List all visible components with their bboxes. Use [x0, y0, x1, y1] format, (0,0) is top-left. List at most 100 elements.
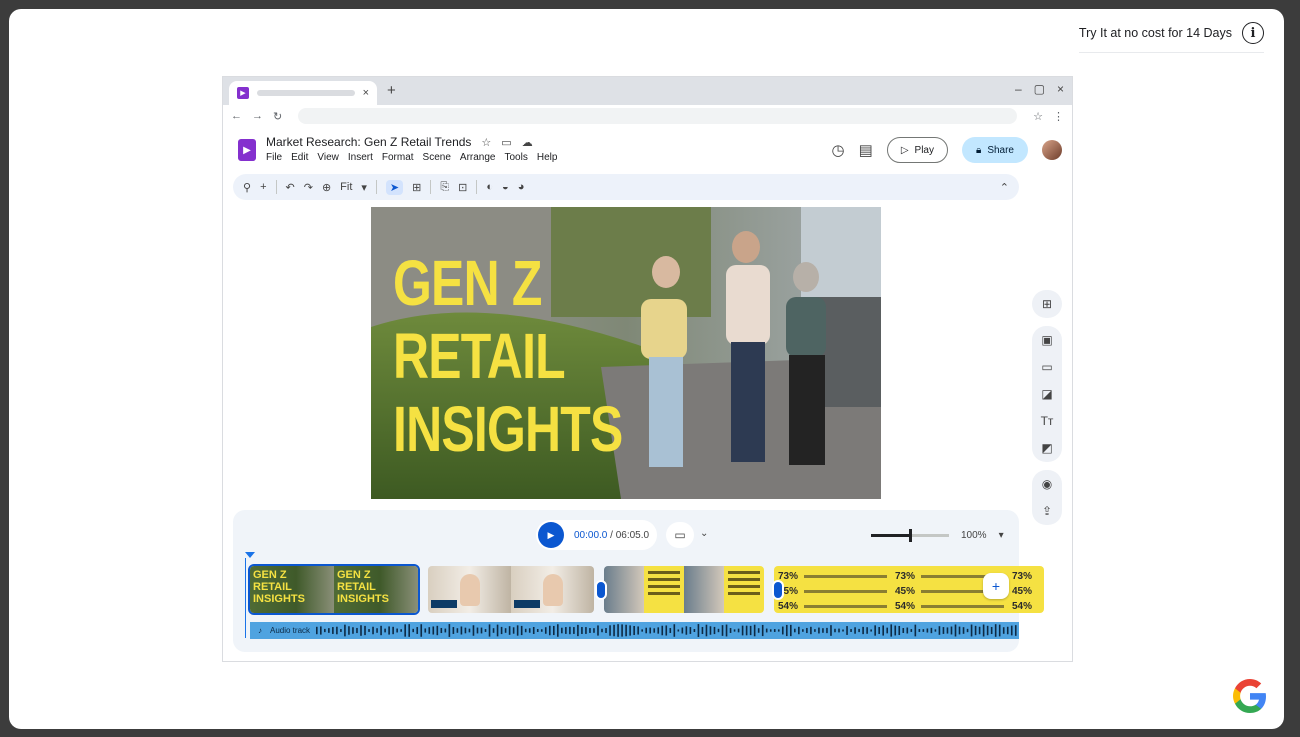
- bookmark-star-icon[interactable]: ☆: [1033, 110, 1043, 123]
- captions-icon[interactable]: ▭: [666, 522, 694, 548]
- chevron-down-icon[interactable]: ⌄: [700, 528, 708, 539]
- thumb-label: GEN Z: [253, 569, 287, 581]
- time-readout: 00:00.0 / 06:05.0: [574, 530, 649, 541]
- app-header: ▶ Market Research: Gen Z Retail Trends ☆…: [223, 129, 1072, 171]
- redo-icon[interactable]: ↷: [304, 181, 313, 194]
- browser-tab-bar: ▶ × + – ▢ ×: [223, 77, 1072, 105]
- minimize-icon[interactable]: –: [1015, 82, 1022, 96]
- new-tab-button[interactable]: +: [387, 82, 396, 99]
- vids-logo-icon[interactable]: ▶: [238, 139, 256, 161]
- transform-icon[interactable]: ⊡: [458, 181, 467, 194]
- menu-arrange[interactable]: Arrange: [460, 152, 496, 163]
- theme-icon[interactable]: ◐: [486, 181, 493, 193]
- share-button-label: Share: [987, 144, 1014, 156]
- clip-intro-scene[interactable]: [428, 566, 594, 613]
- zoom-dropdown-icon[interactable]: ▾: [999, 530, 1004, 541]
- clip-impact-scene[interactable]: [604, 566, 764, 613]
- forward-icon[interactable]: →: [252, 110, 263, 122]
- menu-format[interactable]: Format: [382, 152, 414, 163]
- trial-banner[interactable]: Try It at no cost for 14 Days i: [1078, 22, 1264, 53]
- thumb-label: INSIGHTS: [337, 593, 389, 605]
- add-scene-button[interactable]: +: [983, 573, 1009, 599]
- zoom-slider[interactable]: [871, 529, 949, 542]
- add-icon[interactable]: +: [260, 181, 266, 193]
- zoom-value[interactable]: 100%: [961, 530, 987, 541]
- transition-handle[interactable]: [772, 580, 784, 600]
- paint-format-icon[interactable]: ⎘: [440, 181, 449, 194]
- fill-color-icon[interactable]: ◒: [502, 181, 509, 193]
- comments-icon[interactable]: ▤: [859, 141, 873, 159]
- browser-menu-icon[interactable]: ⋮: [1053, 110, 1064, 123]
- menu-view[interactable]: View: [317, 152, 339, 163]
- audio-track[interactable]: ♪ Audio track: [250, 622, 1019, 639]
- add-scene-icon[interactable]: ⊞: [1042, 296, 1052, 312]
- clip-title-scene[interactable]: GEN Z RETAIL INSIGHTS GEN Z RETAIL INSIG…: [248, 564, 420, 615]
- side-panel-group: ▣ ▭ ◪ Tт ◩: [1032, 326, 1062, 462]
- share-button[interactable]: 🔒︎ Share: [961, 137, 1028, 163]
- folder-icon[interactable]: ▭: [1041, 359, 1052, 375]
- timeline-zoom: 100% ▾: [871, 529, 1004, 542]
- back-icon[interactable]: ←: [231, 110, 242, 122]
- info-icon[interactable]: i: [1242, 22, 1264, 44]
- text-icon[interactable]: Tт: [1041, 413, 1054, 429]
- maximize-icon[interactable]: ▢: [1034, 82, 1045, 96]
- clip-thumbnail: [428, 566, 511, 613]
- clip-thumbnail: GEN Z RETAIL INSIGHTS: [334, 566, 418, 613]
- transition-handle[interactable]: [595, 580, 607, 600]
- tab-close-icon[interactable]: ×: [363, 87, 369, 99]
- menu-tools[interactable]: Tools: [504, 152, 527, 163]
- undo-icon[interactable]: ↶: [286, 181, 295, 194]
- search-menus-icon[interactable]: ⚲: [243, 181, 251, 194]
- zoom-icon[interactable]: ⊕: [322, 181, 331, 194]
- record-icon[interactable]: ◉: [1042, 476, 1052, 492]
- side-panel-group: ◉ ⇪: [1032, 470, 1062, 525]
- collapse-toolbar-icon[interactable]: ⌃: [1000, 181, 1009, 194]
- trial-text: Try It at no cost for 14 Days: [1078, 26, 1232, 40]
- tab-title-placeholder: [257, 90, 355, 96]
- upload-icon[interactable]: ⇪: [1042, 503, 1052, 519]
- menu-edit[interactable]: Edit: [291, 152, 308, 163]
- move-folder-icon[interactable]: ▭: [501, 136, 511, 149]
- clip-thumbnail: 73% 45% 54%: [774, 566, 891, 613]
- audio-waveform: [316, 624, 1017, 637]
- menu-insert[interactable]: Insert: [348, 152, 373, 163]
- star-icon[interactable]: ☆: [481, 136, 491, 149]
- select-tool-icon[interactable]: ➤: [385, 179, 404, 195]
- text-box-icon[interactable]: ⊞: [412, 181, 421, 194]
- browser-tab[interactable]: ▶ ×: [229, 81, 377, 105]
- slide-canvas[interactable]: GEN Z RETAIL INSIGHTS: [371, 207, 881, 499]
- play-button-label: Play: [914, 144, 934, 156]
- omnibox[interactable]: [298, 108, 1018, 124]
- playhead[interactable]: [245, 558, 246, 638]
- zoom-fit-select[interactable]: Fit: [340, 181, 352, 193]
- timeline-play-button[interactable]: ▶: [538, 522, 564, 548]
- zoom-slider-fill: [871, 534, 910, 537]
- transport-controls: ▶ 00:00.0 / 06:05.0: [536, 520, 658, 550]
- doc-title[interactable]: Market Research: Gen Z Retail Trends: [266, 135, 471, 149]
- shapes-icon[interactable]: ◩: [1041, 440, 1052, 456]
- version-history-icon[interactable]: ◷: [832, 141, 845, 159]
- clip-thumbnail: [684, 566, 724, 613]
- menu-file[interactable]: File: [266, 152, 282, 163]
- media-icon[interactable]: ▣: [1041, 332, 1052, 348]
- menu-help[interactable]: Help: [537, 152, 558, 163]
- address-bar: ← → ↻ ☆ ⋮: [223, 105, 1072, 127]
- header-actions: ◷ ▤ ▷ Play 🔒︎ Share: [832, 137, 1062, 163]
- menu-scene[interactable]: Scene: [423, 152, 451, 163]
- avatar[interactable]: [1042, 140, 1062, 160]
- editor-toolbar: ⚲ + ↶ ↷ ⊕ Fit ▾ ➤ ⊞ ⎘ ⊡ ◐ ◒ ◕ ⌃: [233, 174, 1019, 200]
- slide-headline[interactable]: GEN Z RETAIL INSIGHTS: [393, 247, 623, 466]
- play-button[interactable]: ▷ Play: [886, 137, 948, 163]
- playhead-marker[interactable]: [245, 552, 255, 558]
- google-logo-icon: [1233, 679, 1266, 713]
- cloud-status-icon[interactable]: ☁: [522, 136, 533, 149]
- templates-icon[interactable]: ◪: [1041, 386, 1052, 402]
- zoom-slider-handle[interactable]: [909, 529, 912, 542]
- effects-icon[interactable]: ◕: [518, 181, 525, 193]
- reload-icon[interactable]: ↻: [273, 110, 282, 123]
- close-window-icon[interactable]: ×: [1057, 82, 1064, 96]
- page-card: Try It at no cost for 14 Days i ▶ × + – …: [9, 9, 1284, 729]
- current-time: 00:00.0: [574, 529, 608, 541]
- clip-thumbnail: [724, 566, 764, 613]
- zoom-dropdown-icon[interactable]: ▾: [361, 181, 367, 194]
